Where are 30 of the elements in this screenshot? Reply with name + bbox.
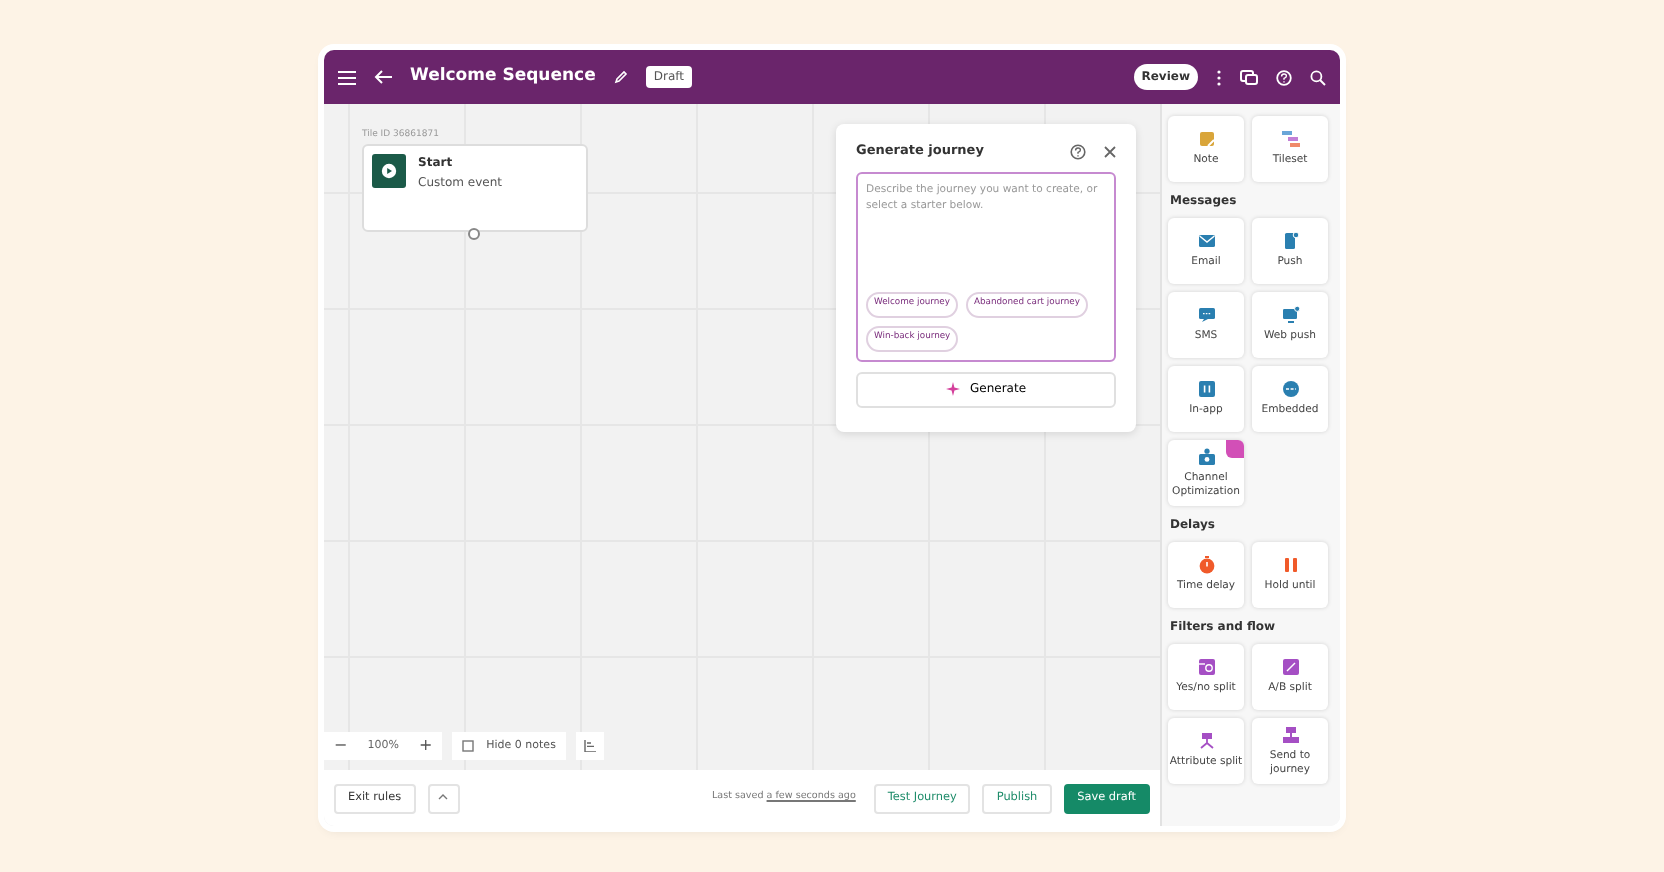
tileset-icon xyxy=(1281,130,1299,149)
layout-button[interactable] xyxy=(575,732,604,760)
monitor-icon xyxy=(1281,306,1299,325)
branch-icon xyxy=(1197,732,1215,751)
back-arrow-icon[interactable] xyxy=(374,70,392,84)
more-icon[interactable] xyxy=(1216,69,1222,85)
search-icon[interactable] xyxy=(1310,69,1326,85)
pause-icon xyxy=(1281,556,1299,575)
envelope-icon xyxy=(1197,232,1215,251)
close-icon[interactable] xyxy=(1104,146,1116,158)
journey-title: Welcome Sequence xyxy=(410,64,596,90)
embed-icon xyxy=(1281,380,1299,399)
pencil-icon[interactable] xyxy=(613,70,628,84)
journey-icon xyxy=(1281,726,1299,745)
play-icon xyxy=(372,154,406,188)
menu-icon[interactable] xyxy=(338,69,356,85)
chat-icon[interactable] xyxy=(1240,69,1258,85)
note-icon xyxy=(462,740,475,752)
sparkle-icon xyxy=(945,382,960,396)
message-icon xyxy=(1197,306,1215,325)
optimization-icon xyxy=(1197,448,1215,467)
note-icon xyxy=(1197,130,1215,149)
split-icon xyxy=(1197,658,1215,677)
layout-icon xyxy=(583,740,596,752)
in-app-icon xyxy=(1197,380,1215,399)
phone-icon xyxy=(1281,232,1299,251)
ab-split-icon xyxy=(1281,658,1299,677)
help-icon[interactable] xyxy=(1070,144,1086,160)
chevron-up-icon xyxy=(438,793,449,800)
stopwatch-icon xyxy=(1197,556,1215,575)
